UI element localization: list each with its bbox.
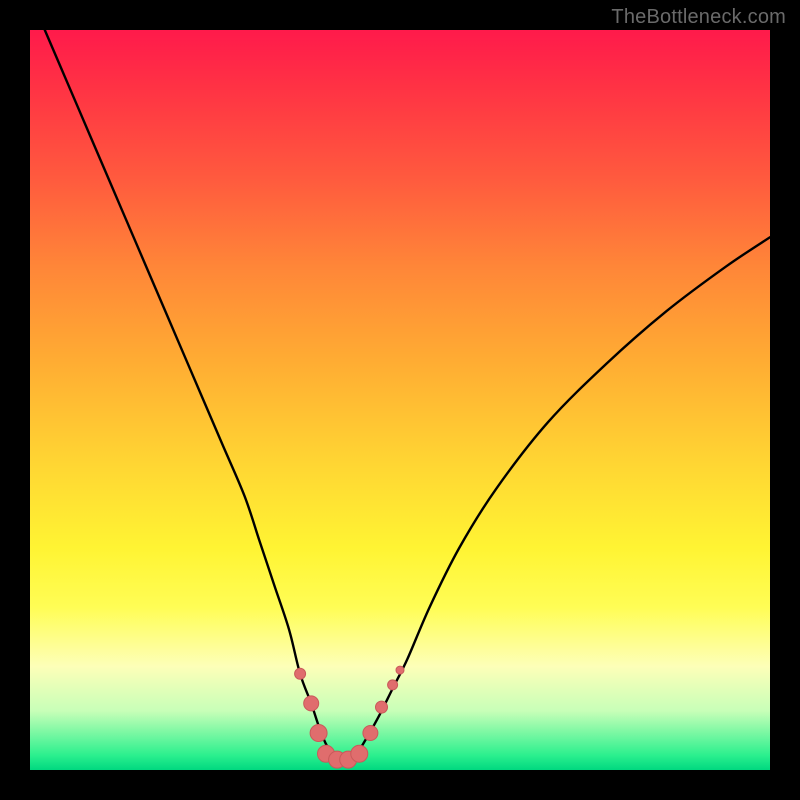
chart-frame: TheBottleneck.com (0, 0, 800, 800)
curve-marker (396, 666, 404, 674)
curve-marker (310, 725, 327, 742)
watermark-text: TheBottleneck.com (611, 6, 786, 29)
curve-marker (388, 680, 398, 690)
curve-markers (295, 666, 404, 768)
plot-area (30, 30, 770, 770)
curve-marker (304, 696, 319, 711)
curve-marker (295, 668, 306, 679)
curve-marker (351, 745, 368, 762)
bottleneck-curve-svg (30, 30, 770, 770)
bottleneck-curve-path (45, 30, 770, 761)
curve-marker (376, 701, 388, 713)
curve-marker (363, 726, 378, 741)
